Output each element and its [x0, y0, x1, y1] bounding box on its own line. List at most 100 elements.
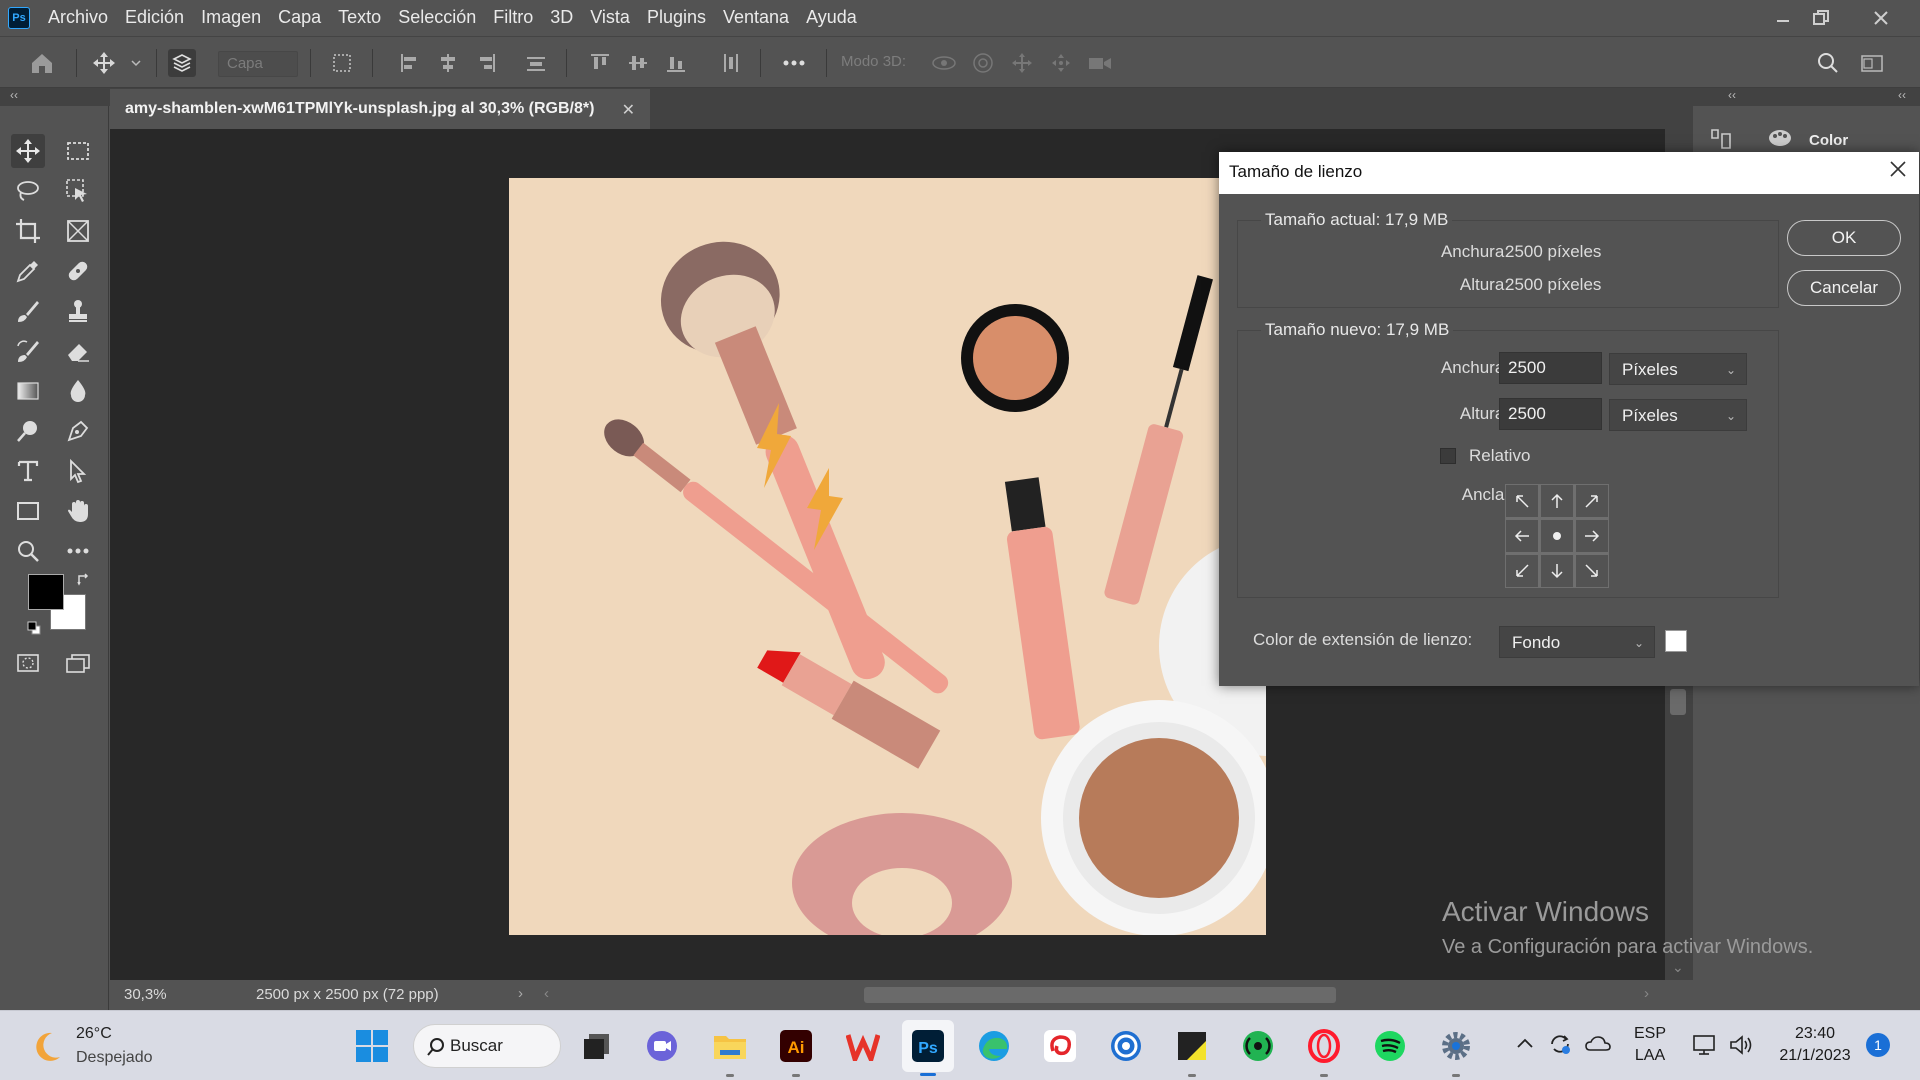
new-height-input[interactable] [1499, 398, 1602, 430]
volume-tray-button[interactable] [1728, 1033, 1754, 1057]
anchor-top-left[interactable] [1505, 484, 1539, 518]
type-tool[interactable] [11, 454, 45, 488]
restore-button[interactable] [1792, 0, 1850, 35]
menu-capa[interactable]: Capa [278, 7, 321, 28]
extension-color-swatch[interactable] [1665, 630, 1687, 652]
3d-orbit-button[interactable] [930, 49, 958, 77]
podcast-app-button[interactable] [1236, 1024, 1280, 1068]
history-brush-tool[interactable] [11, 334, 45, 368]
pen-tool[interactable] [61, 414, 95, 448]
settings-button[interactable] [1434, 1024, 1478, 1077]
opera-button[interactable] [1302, 1024, 1346, 1077]
input-language-button[interactable]: ESP LAA [1630, 1023, 1670, 1067]
menu-texto[interactable]: Texto [338, 7, 381, 28]
marquee-tool[interactable] [61, 134, 95, 168]
move-tool-preset[interactable] [90, 49, 118, 77]
scroll-down-arrow-icon[interactable]: ⌄ [1672, 959, 1684, 976]
eyedropper-tool[interactable] [11, 254, 45, 288]
spotify-button[interactable] [1368, 1024, 1412, 1068]
3d-roll-button[interactable] [969, 49, 997, 77]
wps-button[interactable] [841, 1024, 885, 1068]
file-explorer-button[interactable] [708, 1024, 752, 1077]
menu-seleccion[interactable]: Selección [398, 7, 476, 28]
home-button[interactable] [28, 49, 56, 77]
blur-tool[interactable] [61, 374, 95, 408]
align-right-button[interactable] [472, 49, 500, 77]
relative-checkbox[interactable] [1440, 448, 1456, 464]
menu-ayuda[interactable]: Ayuda [806, 7, 857, 28]
3d-scale-button[interactable] [1086, 49, 1114, 77]
rectangle-tool[interactable] [11, 494, 45, 528]
clone-stamp-tool[interactable] [61, 294, 95, 328]
menu-edicion[interactable]: Edición [125, 7, 184, 28]
new-width-unit-select[interactable]: Píxeles ⌄ [1609, 353, 1747, 385]
menu-plugins[interactable]: Plugins [647, 7, 706, 28]
default-colors-button[interactable] [26, 620, 42, 636]
menu-imagen[interactable]: Imagen [201, 7, 261, 28]
vertical-scrollbar-thumb[interactable] [1670, 689, 1686, 715]
frame-tool[interactable] [61, 214, 95, 248]
menu-archivo[interactable]: Archivo [48, 7, 108, 28]
network-tray-button[interactable] [1692, 1033, 1718, 1057]
app-red-swirl-button[interactable] [1038, 1024, 1082, 1068]
task-view-button[interactable] [574, 1024, 618, 1068]
color-panel-title[interactable]: Color [1809, 132, 1848, 149]
anchor-center[interactable] [1540, 519, 1574, 553]
align-top-button[interactable] [586, 49, 614, 77]
swap-colors-button[interactable] [76, 572, 92, 588]
clock-button[interactable]: 23:40 21/1/2023 [1772, 1023, 1858, 1067]
chat-app-button[interactable] [640, 1024, 684, 1068]
brush-tool[interactable] [11, 294, 45, 328]
zoom-tool[interactable] [11, 534, 45, 568]
photoshop-taskbar-button[interactable]: Ps [902, 1020, 954, 1076]
sync-tray-icon-button[interactable] [1548, 1033, 1572, 1055]
anchor-bottom[interactable] [1540, 554, 1574, 588]
menu-vista[interactable]: Vista [590, 7, 630, 28]
align-bottom-button[interactable] [662, 49, 690, 77]
menu-3d[interactable]: 3D [550, 7, 573, 28]
search-button[interactable] [1814, 49, 1842, 77]
document-tab[interactable]: amy-shamblen-xwM61TPMlYk-unsplash.jpg al… [110, 89, 650, 129]
menu-ventana[interactable]: Ventana [723, 7, 789, 28]
anchor-bottom-left[interactable] [1505, 554, 1539, 588]
healing-brush-tool[interactable] [61, 254, 95, 288]
zoom-level[interactable]: 30,3% [124, 986, 167, 1003]
weather-widget[interactable] [26, 1027, 66, 1067]
menu-filtro[interactable]: Filtro [493, 7, 533, 28]
extension-color-select[interactable]: Fondo ⌄ [1499, 626, 1655, 658]
align-left-button[interactable] [396, 49, 424, 77]
align-center-h-button[interactable] [434, 49, 462, 77]
status-menu-arrow-icon[interactable]: › [518, 985, 523, 1002]
edit-toolbar-button[interactable] [61, 534, 95, 568]
edge-button[interactable] [972, 1024, 1016, 1068]
transform-controls-button[interactable] [328, 49, 356, 77]
dialog-close-button[interactable] [1889, 160, 1907, 178]
distribute-button[interactable] [522, 49, 550, 77]
3d-pan-button[interactable] [1008, 49, 1036, 77]
screen-mode-button[interactable] [61, 646, 95, 680]
crop-tool[interactable] [11, 214, 45, 248]
expand-panels-icon[interactable]: ‹‹ [1898, 88, 1906, 102]
close-window-button[interactable] [1852, 0, 1910, 35]
new-width-input[interactable] [1499, 352, 1602, 384]
scroll-left-arrow-icon[interactable]: ‹ [544, 985, 549, 1002]
distribute-vertical-button[interactable] [716, 49, 744, 77]
gradient-tool[interactable] [11, 374, 45, 408]
sticky-notes-button[interactable] [1170, 1024, 1214, 1077]
anchor-bottom-right[interactable] [1575, 554, 1609, 588]
notification-badge[interactable]: 1 [1866, 1033, 1890, 1057]
3d-slide-button[interactable] [1047, 49, 1075, 77]
auto-select-target-select[interactable]: Capa [218, 51, 298, 77]
anchor-left[interactable] [1505, 519, 1539, 553]
quick-mask-button[interactable] [11, 646, 45, 680]
auto-select-toggle[interactable] [168, 49, 196, 77]
move-tool[interactable] [11, 134, 45, 168]
align-middle-button[interactable] [624, 49, 652, 77]
show-hidden-icons-button[interactable] [1516, 1037, 1534, 1049]
foreground-color-swatch[interactable] [28, 574, 64, 610]
anchor-top-right[interactable] [1575, 484, 1609, 518]
more-options-button[interactable] [780, 49, 808, 77]
close-tab-icon[interactable]: ✕ [622, 100, 635, 119]
tool-preset-dropdown[interactable] [122, 49, 150, 77]
path-selection-tool[interactable] [61, 454, 95, 488]
